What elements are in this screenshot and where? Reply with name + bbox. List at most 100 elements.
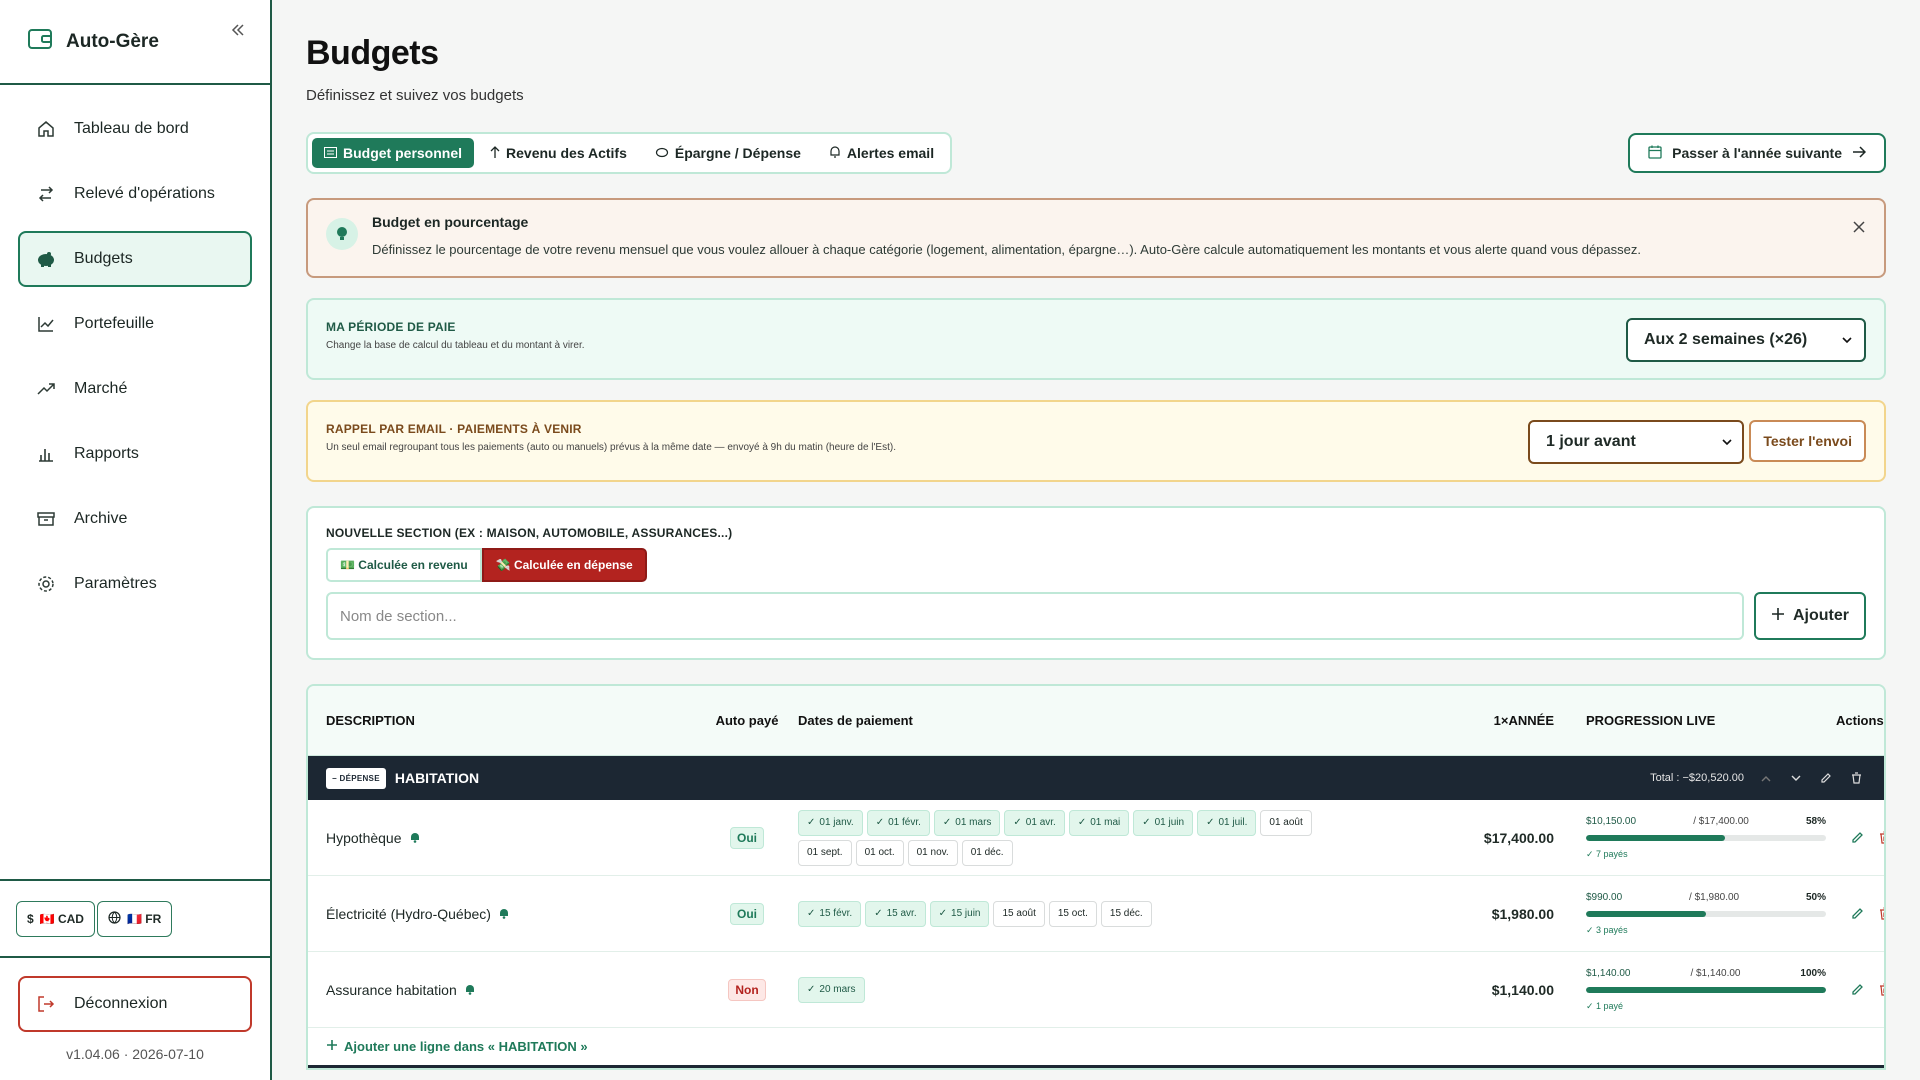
dollar-icon: $ <box>27 911 34 926</box>
test-send-button[interactable]: Tester l'envoi <box>1749 420 1866 462</box>
live-progress: $10,150.00 / $17,400.00 58% ✓ 7 payés <box>1566 816 1836 860</box>
group-name: HABITATION <box>394 770 480 786</box>
income-toggle[interactable]: 💵 Calculée en revenu <box>326 548 482 582</box>
date-chip-paid[interactable]: ✓ 01 mai <box>1068 809 1130 836</box>
live-progress: $990.00 / $1,980.00 50% ✓ 3 payés <box>1566 892 1836 936</box>
pay-period-select[interactable]: Aux 2 semaines (×26) <box>1626 318 1866 362</box>
info-text: Définissez le pourcentage de votre reven… <box>372 242 1641 257</box>
date-chip[interactable]: 15 août <box>993 900 1045 927</box>
trash-icon[interactable] <box>1848 770 1864 786</box>
sidebar-item-label: Portefeuille <box>74 315 155 332</box>
group-controls: Total : −$20,520.00 <box>1650 770 1864 786</box>
auto-paid-badge: Non <box>728 978 766 1001</box>
tab-asset-income[interactable]: Revenu des Actifs <box>478 138 639 168</box>
logout-button[interactable]: Déconnexion <box>18 976 252 1032</box>
gear-icon <box>36 574 56 594</box>
section-name-input[interactable] <box>326 592 1744 640</box>
trash-icon[interactable] <box>1878 907 1884 921</box>
new-section-label: NOUVELLE SECTION (EX : MAISON, AUTOMOBIL… <box>326 526 733 540</box>
date-chip-paid[interactable]: ✓ 15 juin <box>929 900 990 927</box>
date-chip-paid[interactable]: ✓ 15 avr. <box>865 900 926 927</box>
trash-icon[interactable] <box>1878 983 1884 997</box>
row-description: Assurance habitation <box>326 982 712 998</box>
chevron-up-icon[interactable] <box>1758 770 1774 786</box>
progress-bar <box>1586 910 1826 917</box>
date-chip-paid[interactable]: ✓ 01 avr. <box>1004 809 1065 836</box>
page-subtitle: Définissez et suivez vos budgets <box>306 87 524 104</box>
progress-paid: $990.00 <box>1586 891 1623 903</box>
bell-icon <box>829 145 841 161</box>
date-chip[interactable]: 01 août <box>1260 809 1312 836</box>
sidebar-item-label: Tableau de bord <box>74 120 189 137</box>
sidebar-item-reports[interactable]: Rapports <box>18 426 252 482</box>
edit-icon[interactable] <box>1850 907 1864 921</box>
currency-button[interactable]: $ 🇨🇦 CAD <box>16 900 95 937</box>
edit-icon[interactable] <box>1850 983 1864 997</box>
date-chip-paid[interactable]: ✓ 01 janv. <box>798 809 863 836</box>
sidebar-item-operations[interactable]: Relevé d'opérations <box>18 166 252 222</box>
add-line-button[interactable]: Ajouter une ligne dans « HABITATION » <box>308 1028 1884 1068</box>
sidebar-item-market[interactable]: Marché <box>18 361 252 417</box>
expense-toggle[interactable]: 💸 Calculée en dépense <box>481 548 647 582</box>
tab-label: Épargne / Dépense <box>674 145 801 161</box>
section-type-toggle: 💵 Calculée en revenu 💸 Calculée en dépen… <box>326 548 1866 582</box>
col-auto-paid: Auto payé <box>715 713 779 728</box>
home-icon <box>36 119 56 139</box>
brand-name: Auto-Gère <box>66 30 159 52</box>
sidebar-nav: Tableau de bord Relevé d'opérations Budg… <box>0 85 270 628</box>
sidebar-item-settings[interactable]: Paramètres <box>18 556 252 612</box>
row-actions <box>1836 831 1884 845</box>
date-chip-paid[interactable]: ✓ 20 mars <box>798 976 865 1003</box>
tab-label: Revenu des Actifs <box>506 145 627 161</box>
date-chip[interactable]: 01 sept. <box>798 839 852 866</box>
date-chip-paid[interactable]: ✓ 15 févr. <box>798 900 862 927</box>
table-row: Assurance habitation Non ✓ 20 mars $1,14… <box>308 952 1884 1028</box>
date-chip[interactable]: 01 nov. <box>907 839 958 866</box>
piggy-bank-icon <box>655 145 669 161</box>
chevron-down-icon[interactable] <box>1788 770 1804 786</box>
date-chip-paid[interactable]: ✓ 01 mars <box>933 809 1001 836</box>
progress-fill <box>1586 910 1706 917</box>
next-year-button[interactable]: Passer à l'année suivante <box>1628 133 1886 173</box>
date-chip-paid[interactable]: ✓ 01 juil. <box>1197 809 1257 836</box>
group-total: Total : −$20,520.00 <box>1650 772 1744 784</box>
progress-fill <box>1586 834 1726 841</box>
pay-period-value: Aux 2 semaines (×26) <box>1644 331 1808 348</box>
sidebar-item-archive[interactable]: Archive <box>18 491 252 547</box>
group-type-badge: − DÉPENSE <box>326 767 386 789</box>
sidebar-item-dashboard[interactable]: Tableau de bord <box>18 101 252 157</box>
progress-bar <box>1586 986 1826 993</box>
date-chip[interactable]: 01 oct. <box>855 839 904 866</box>
date-chip[interactable]: 01 déc. <box>961 839 1013 866</box>
language-button[interactable]: 🇫🇷 FR <box>96 900 173 937</box>
list-icon <box>324 145 337 161</box>
new-section-card: NOUVELLE SECTION (EX : MAISON, AUTOMOBIL… <box>306 506 1886 660</box>
sidebar-item-portfolio[interactable]: Portefeuille <box>18 296 252 352</box>
date-label: 15 juin <box>951 908 981 919</box>
progress-max: / $17,400.00 <box>1693 815 1749 827</box>
payment-dates: ✓ 01 janv. ✓ 01 févr. ✓ 01 mars ✓ 01 avr… <box>782 809 1348 866</box>
sidebar-item-budgets[interactable]: Budgets <box>18 231 252 287</box>
sidebar-item-label: Archive <box>74 510 128 527</box>
date-chip[interactable]: 15 oct. <box>1048 900 1097 927</box>
tab-email-alerts[interactable]: Alertes email <box>817 138 946 168</box>
reminder-select[interactable]: 1 jour avant <box>1528 420 1744 464</box>
table-row: Électricité (Hydro-Québec) Oui ✓ 15 févr… <box>308 876 1884 952</box>
date-chip[interactable]: 15 déc. <box>1100 900 1152 927</box>
date-chip-paid[interactable]: ✓ 01 févr. <box>866 809 930 836</box>
edit-icon[interactable] <box>1850 831 1864 845</box>
close-icon[interactable] <box>1850 218 1868 236</box>
date-chip-paid[interactable]: ✓ 01 juin <box>1133 809 1194 836</box>
edit-icon[interactable] <box>1818 770 1834 786</box>
collapse-sidebar-icon[interactable] <box>228 20 248 40</box>
payment-dates: ✓ 20 mars <box>782 976 1348 1003</box>
progress-bar <box>1586 834 1826 841</box>
tab-savings-expense[interactable]: Épargne / Dépense <box>643 138 813 168</box>
lightbulb-icon <box>326 218 358 250</box>
progress-paid: $10,150.00 <box>1586 815 1637 827</box>
tab-personal-budget[interactable]: Budget personnel <box>312 138 475 168</box>
row-actions <box>1836 907 1884 921</box>
col-actions: Actions <box>1836 713 1884 728</box>
add-section-button[interactable]: Ajouter <box>1754 592 1866 640</box>
trash-icon[interactable] <box>1878 831 1884 845</box>
